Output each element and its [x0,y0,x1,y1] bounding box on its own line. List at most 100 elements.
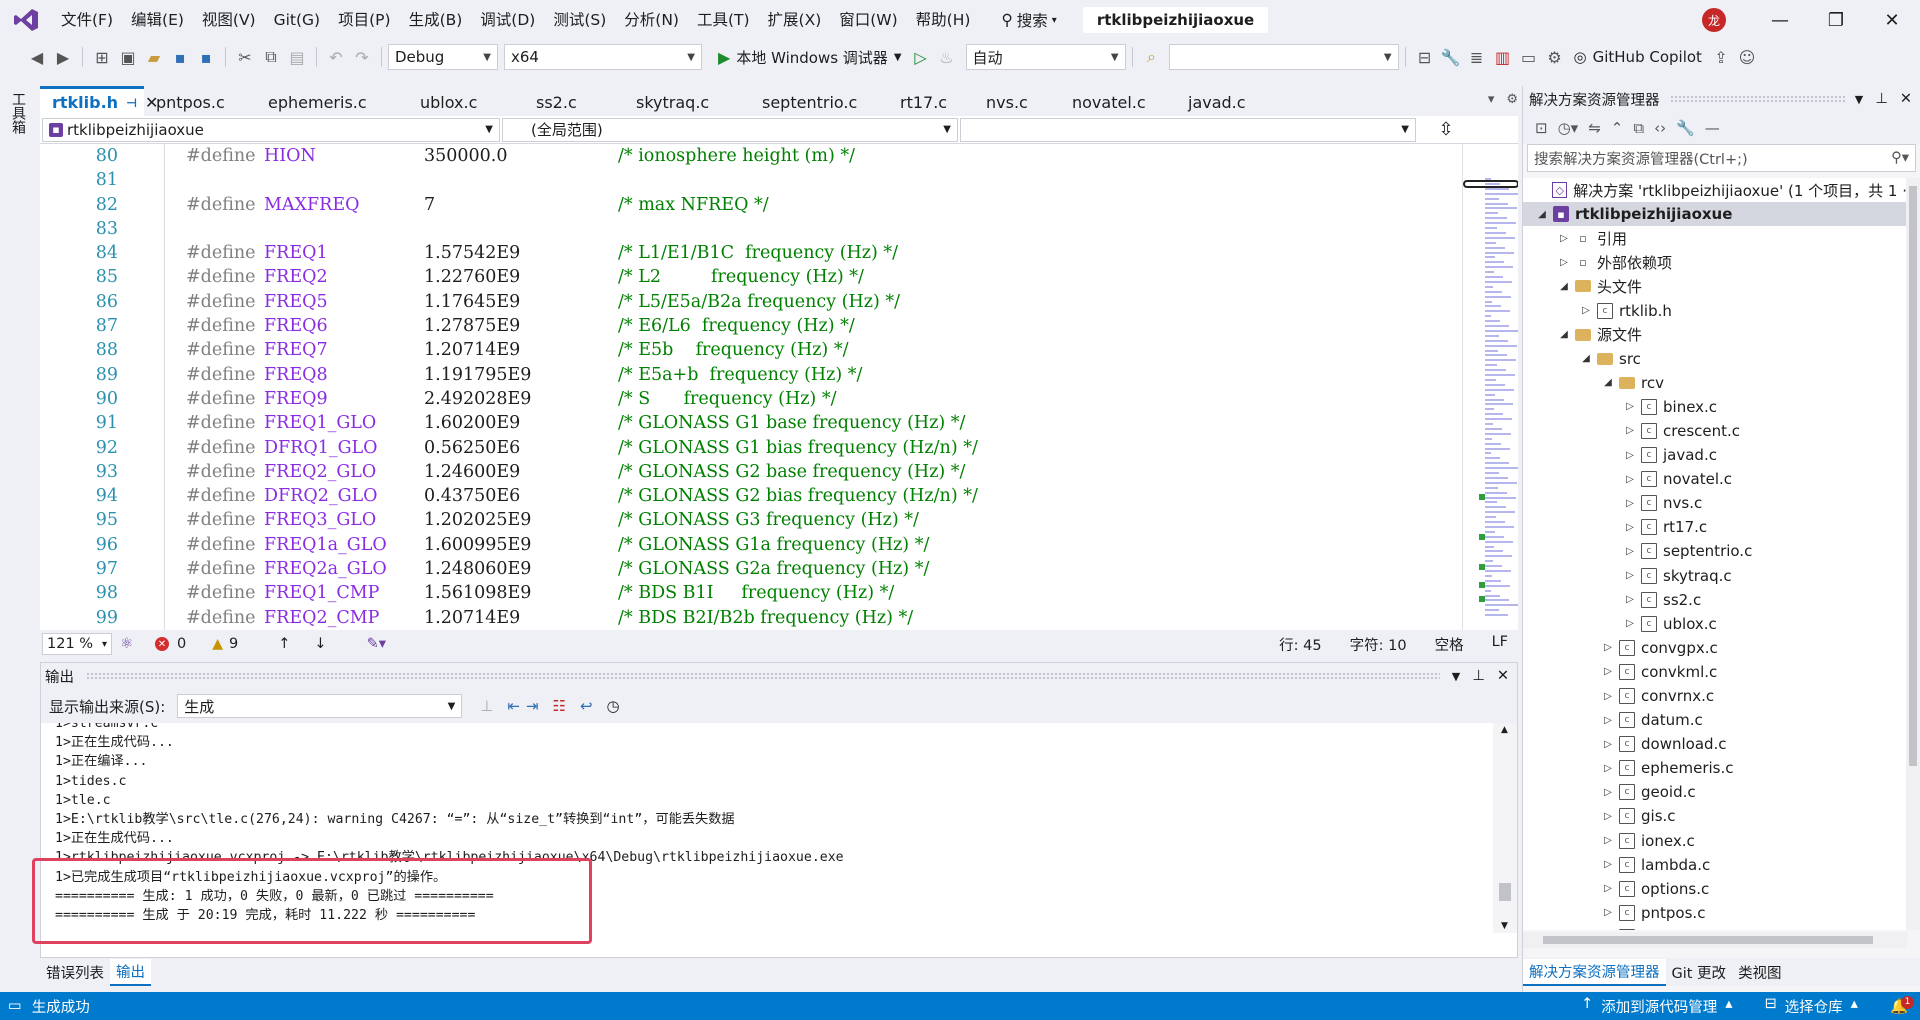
tree-item[interactable]: ▷ c gis.c [1523,804,1907,828]
avatar[interactable]: 龙 [1702,8,1726,32]
menu-item-11[interactable]: 窗口(W) [830,0,906,40]
expand-arrow-icon[interactable]: ▷ [1601,835,1615,846]
tab-skytraq-c[interactable]: skytraq.c [624,88,750,116]
code-editor[interactable]: 80 81 82 83 84 85 86 87 88 89 90 91 92 93 94 95 96 97 98 99… [40,144,1518,630]
tab-output[interactable]: 输出 [110,958,151,986]
switch-views-icon[interactable]: ⊡ [1535,119,1548,137]
tree-item[interactable]: ▷ c convgpx.c [1523,636,1907,660]
tab-septentrio-c[interactable]: septentrio.c [750,88,888,116]
back-icon[interactable]: ◀ [24,44,50,70]
find-in-files-icon[interactable]: ⌕ [1139,44,1165,70]
solution-explorer-search[interactable]: 搜索解决方案资源管理器(Ctrl+;) ⚲▾ [1527,144,1916,172]
tree-item[interactable]: ▷ c convrnx.c [1523,684,1907,708]
split-icon[interactable]: ⇳ [1416,119,1476,140]
toolbox-icon[interactable]: ▥ [1490,44,1516,70]
properties-icon[interactable]: 🔧 [1676,119,1695,137]
whitespace-indicator[interactable]: 空格 [1435,634,1464,655]
configuration-select[interactable]: Debug ▼ [388,44,498,70]
tree-item[interactable]: ▷ c geoid.c [1523,780,1907,804]
tree-item[interactable]: ▷ c binex.c [1523,395,1907,419]
save-all-icon[interactable]: ▪ [193,44,219,70]
tree-item[interactable]: ▷ c ss2.c [1523,588,1907,612]
error-icon[interactable]: ✕ [155,637,169,651]
tree-item[interactable]: ▷ c ionex.c [1523,829,1907,853]
menu-item-5[interactable]: 生成(B) [400,0,472,40]
wrench-icon[interactable]: 🔧 [1438,44,1464,70]
tree-item[interactable]: ▷ c crescent.c [1523,419,1907,443]
restore-icon[interactable]: ❐ [1808,10,1864,31]
tree-item[interactable]: ◢ 源文件 [1523,323,1907,347]
previous-message-icon[interactable]: ⇤ [507,697,520,715]
copy-icon[interactable]: ⧉ [258,44,284,70]
tab-ephemeris-c[interactable]: ephemeris.c [256,88,408,116]
close-icon[interactable]: ✕ [1900,91,1912,107]
share-icon[interactable]: ⇪ [1708,44,1734,70]
tools-icon[interactable]: ⚙ [1542,44,1568,70]
auto-select[interactable]: 自动 ▼ [965,44,1126,70]
tree-item[interactable]: ▷ c lambda.c [1523,853,1907,877]
tree-item[interactable]: ▷cpostpos.c [1523,925,1907,930]
tree-item[interactable]: ▷ ▫ 外部依赖项 [1523,250,1907,274]
solution-tree[interactable]: ◇ 解决方案 'rtklibpeizhijiaoxue' (1 个项目，共 1 ·… [1523,178,1907,930]
window-icon[interactable]: ▭ [1516,44,1542,70]
find-message-icon[interactable]: ⊥ [480,697,493,715]
tree-item[interactable]: ◢ rcv [1523,371,1907,395]
tree-item[interactable]: ◢ ▪ rtklibpeizhijiaoxue [1523,202,1907,227]
preview-icon[interactable]: — [1705,119,1720,137]
collapse-arrow-icon[interactable]: ◢ [1535,209,1549,220]
tab-git-changes[interactable]: Git 更改 [1666,960,1733,985]
pin-icon[interactable]: ⊥ [1875,91,1888,107]
tree-item[interactable]: ◢ src [1523,347,1907,371]
tree-item[interactable]: ▷ c pntpos.c [1523,901,1907,925]
expand-arrow-icon[interactable]: ▷ [1601,883,1615,894]
tree-item[interactable]: ▷ c rt17.c [1523,515,1907,539]
code-cleanup-icon[interactable]: ✎▾ [367,636,386,652]
clear-all-icon[interactable]: ☷ [553,697,566,715]
expand-arrow-icon[interactable]: ▷ [1601,691,1615,702]
add-to-source-control-button[interactable]: ↑ 添加到源代码管理 ▴ [1581,996,1732,1017]
solution-tree-vertical-scrollbar[interactable] [1906,178,1920,930]
expand-arrow-icon[interactable]: ▷ [1623,546,1637,557]
expand-arrow-icon[interactable]: ▷ [1623,570,1637,581]
tree-item[interactable]: ▷ c novatel.c [1523,467,1907,491]
expand-arrow-icon[interactable]: ▷ [1601,787,1615,798]
expand-arrow-icon[interactable]: ▷ [1601,859,1615,870]
tab-class-view[interactable]: 类视图 [1732,960,1788,985]
intellicode-icon[interactable]: ⚛ [120,636,133,652]
tab-ss2-c[interactable]: ss2.c [524,88,624,116]
github-copilot-button[interactable]: ◎ GitHub Copilot [1568,48,1708,66]
feedback-icon[interactable]: ☺ [1734,44,1760,70]
line-ending-indicator[interactable]: LF [1492,634,1508,655]
collapse-arrow-icon[interactable]: ◢ [1557,281,1571,292]
start-debugging-button[interactable]: ▶ 本地 Windows 调试器 ▼ [712,47,908,68]
paste-icon[interactable]: ▤ [284,44,310,70]
find-combo[interactable]: ▼ [1168,44,1399,70]
tab-novatel-c[interactable]: novatel.c [1060,88,1176,116]
expand-arrow-icon[interactable]: ▷ [1601,642,1615,653]
tree-item[interactable]: ▷ c javad.c [1523,443,1907,467]
arrow-down-icon[interactable]: ↓ [314,636,326,652]
menu-item-10[interactable]: 扩展(X) [759,0,831,40]
save-icon[interactable]: ▪ [167,44,193,70]
scroll-up-icon[interactable]: ▲ [1501,725,1508,735]
hot-reload-icon[interactable]: ♨ [934,44,960,70]
gear-icon[interactable]: ⚙ [1506,92,1518,107]
editor-minimap[interactable] [1462,144,1518,630]
clock-icon[interactable]: ◷ [607,697,620,715]
expand-arrow-icon[interactable]: ▷ [1623,522,1637,533]
member-select[interactable]: ▼ [960,117,1416,142]
tree-item[interactable]: ▷ c septentrio.c [1523,539,1907,563]
tab-rt17-c[interactable]: rt17.c [888,88,974,116]
expand-arrow-icon[interactable]: ▷ [1557,233,1571,244]
tree-item[interactable]: ▷ c nvs.c [1523,491,1907,515]
cut-icon[interactable]: ✂ [232,44,258,70]
line-indicator[interactable]: 行: 45 [1279,634,1321,655]
minimize-icon[interactable]: — [1752,10,1808,31]
column-indicator[interactable]: 字符: 10 [1350,634,1407,655]
tree-item[interactable]: ▷ c rtklib.h [1523,298,1907,322]
zoom-select[interactable]: 121 % ▾ [42,633,112,655]
new-item-icon[interactable]: ▣ [115,44,141,70]
expand-arrow-icon[interactable]: ▷ [1601,715,1615,726]
tab-rtklib-h[interactable]: rtklib.h ⊣ ✕ [40,86,158,116]
tab-solution-explorer[interactable]: 解决方案资源管理器 [1523,958,1666,986]
